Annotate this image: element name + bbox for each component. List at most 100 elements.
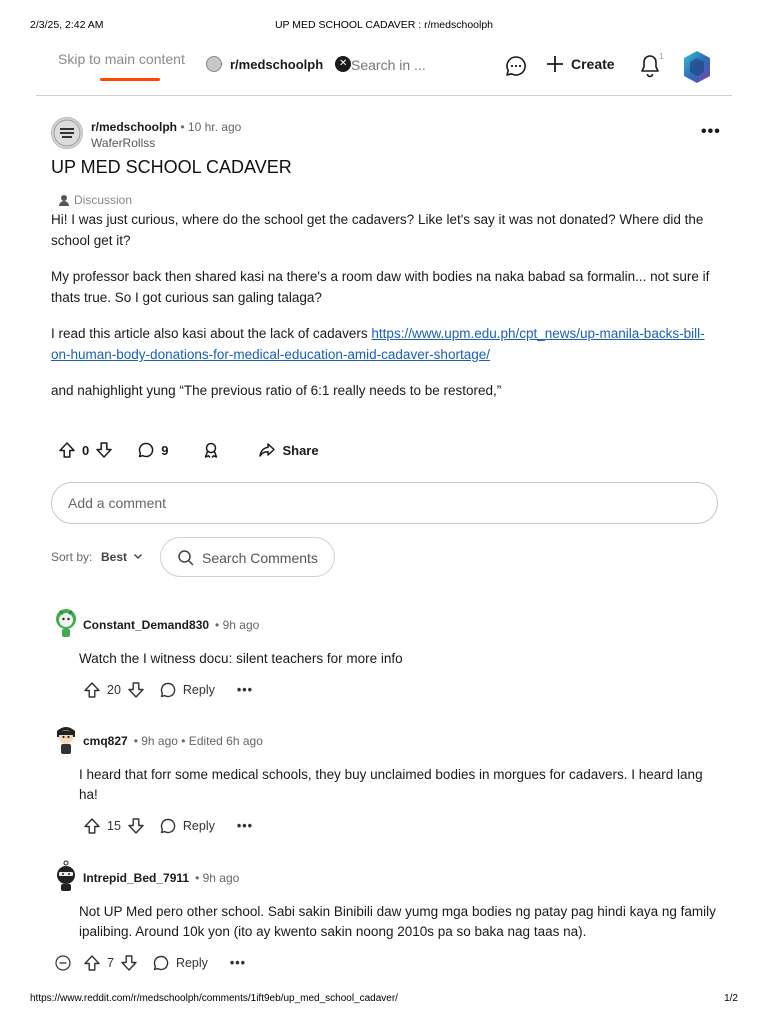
comment-username[interactable]: Constant_Demand830 [83, 618, 209, 632]
search-input[interactable]: Search in ... [351, 57, 426, 73]
comment-vote-group: 15 [83, 817, 145, 835]
search-comments-button[interactable]: Search Comments [160, 537, 335, 577]
plus-icon [547, 56, 563, 72]
skip-to-main-link[interactable]: Skip to main content [58, 51, 185, 67]
comment-text: I heard that forr some medical schools, … [79, 767, 703, 802]
notification-count: 1 [659, 52, 664, 61]
post-flair-label: Discussion [74, 193, 133, 207]
post-flair[interactable]: Discussion [58, 193, 132, 207]
subreddit-chip-label: r/medschoolph [230, 56, 324, 72]
subreddit-search-chip[interactable]: r/medschoolph ✕ [206, 56, 352, 72]
comment-icon [160, 682, 176, 698]
comment-vote-count: 7 [107, 956, 114, 970]
add-comment-placeholder: Add a comment [68, 495, 167, 511]
post-paragraph-3: I read this article also kasi about the … [51, 323, 721, 365]
comment-actions: 15 Reply ••• [83, 817, 253, 835]
downvote-icon[interactable] [127, 681, 145, 699]
create-label: Create [571, 56, 615, 72]
print-page-number: 1/2 [724, 993, 738, 1004]
share-button[interactable]: Share [258, 441, 319, 459]
clear-chip-icon[interactable]: ✕ [335, 56, 352, 72]
post-vote-count: 0 [82, 442, 90, 458]
upvote-icon[interactable] [83, 954, 101, 972]
comment-actions: 7 Reply ••• [83, 954, 246, 972]
post-vote-group: 0 [58, 441, 113, 459]
comment-username[interactable]: Intrepid_Bed_7911 [83, 871, 189, 885]
sort-dropdown[interactable]: Best [101, 550, 127, 564]
post-paragraph-1: Hi! I was just curious, where do the sch… [51, 212, 704, 248]
post-paragraph-4: and nahighlight yung “The previous ratio… [51, 383, 502, 398]
downvote-icon[interactable] [127, 817, 145, 835]
search-comments-label: Search Comments [202, 550, 318, 566]
comment-vote-group: 20 [83, 681, 145, 699]
upvote-icon[interactable] [83, 681, 101, 699]
commenter-avatar[interactable] [53, 723, 79, 755]
comment-more-options-button[interactable]: ••• [230, 956, 246, 970]
comment-vote-count: 15 [107, 819, 121, 833]
award-icon [205, 442, 218, 458]
comments-count-button[interactable]: 9 [137, 441, 168, 459]
post-comment-count: 9 [161, 442, 169, 458]
comment-username[interactable]: cmq827 [83, 734, 128, 748]
collapse-thread-icon[interactable] [55, 955, 71, 971]
comment-meta: Constant_Demand830 • 9h ago [83, 618, 259, 632]
upvote-icon[interactable] [58, 441, 76, 459]
post-author[interactable]: WaferRollss [91, 136, 155, 150]
post-subreddit-line: r/medschoolph • 10 hr. ago [91, 120, 242, 134]
share-icon [259, 443, 276, 457]
reply-label: Reply [182, 819, 215, 833]
comment-text: Not UP Med pero other school. Sabi sakin… [79, 904, 716, 939]
top-bar: Skip to main content r/medschoolph ✕ Sea… [36, 40, 732, 96]
reply-button[interactable]: Reply [159, 817, 215, 835]
downvote-icon[interactable] [120, 954, 138, 972]
post-title: UP MED SCHOOL CADAVER [51, 157, 292, 177]
print-url: https://www.reddit.com/r/medschoolph/com… [30, 993, 398, 1004]
post-age: 10 hr. ago [187, 120, 242, 134]
comment-vote-count: 20 [107, 683, 121, 697]
flair-icon [59, 195, 69, 206]
comment-icon [138, 442, 154, 458]
comment-time: • 9h ago • Edited 6h ago [133, 734, 263, 748]
comment-actions: 20 Reply ••• [83, 681, 253, 699]
comment-meta: cmq827 • 9h ago • Edited 6h ago [83, 734, 263, 748]
downvote-icon[interactable] [95, 441, 113, 459]
comment-more-options-button[interactable]: ••• [237, 683, 253, 697]
user-avatar[interactable] [682, 50, 712, 84]
create-button[interactable]: Create [545, 54, 615, 74]
chat-icon[interactable] [504, 54, 528, 78]
commenter-avatar[interactable] [53, 860, 79, 892]
reply-button[interactable]: Reply [152, 954, 208, 972]
add-comment-input[interactable]: Add a comment [51, 482, 718, 524]
chevron-down-icon[interactable] [133, 551, 143, 561]
post-paragraph-2: My professor back then shared kasi na th… [51, 269, 710, 305]
share-label: Share [282, 442, 319, 458]
comment-meta: Intrepid_Bed_7911 • 9h ago [83, 871, 239, 885]
subreddit-avatar[interactable] [51, 117, 83, 149]
reply-label: Reply [175, 956, 208, 970]
skip-link-underline [100, 78, 160, 81]
post-actions: 0 9 Share [58, 438, 319, 462]
post-more-options-button[interactable]: ••• [701, 123, 721, 141]
reply-button[interactable]: Reply [159, 681, 215, 699]
comment-icon [160, 818, 176, 834]
subreddit-logo-icon [53, 119, 81, 147]
comment-sort-row: Sort by: Best Search Comments [51, 537, 351, 577]
post-header: r/medschoolph • 10 hr. ago WaferRollss •… [51, 117, 731, 157]
upvote-icon[interactable] [83, 817, 101, 835]
comment-time: • 9h ago [195, 871, 240, 885]
print-doc-title: UP MED SCHOOL CADAVER : r/medschoolph [274, 19, 494, 31]
comment-vote-group: 7 [83, 954, 138, 972]
comment-text: Watch the I witness docu: silent teacher… [79, 651, 403, 666]
search-icon [178, 550, 194, 566]
sort-label: Sort by: [51, 550, 93, 564]
award-button[interactable] [202, 441, 220, 459]
subreddit-chip-avatar [206, 56, 222, 72]
post-subreddit-link[interactable]: r/medschoolph [91, 120, 177, 134]
comment-icon [153, 955, 169, 971]
comment-time: • 9h ago [215, 618, 260, 632]
post-paragraph-3-text: I read this article also kasi about the … [51, 326, 372, 341]
post-body: Hi! I was just curious, where do the sch… [51, 209, 721, 416]
commenter-avatar[interactable] [53, 607, 79, 639]
comment-more-options-button[interactable]: ••• [237, 819, 253, 833]
reply-label: Reply [182, 683, 215, 697]
